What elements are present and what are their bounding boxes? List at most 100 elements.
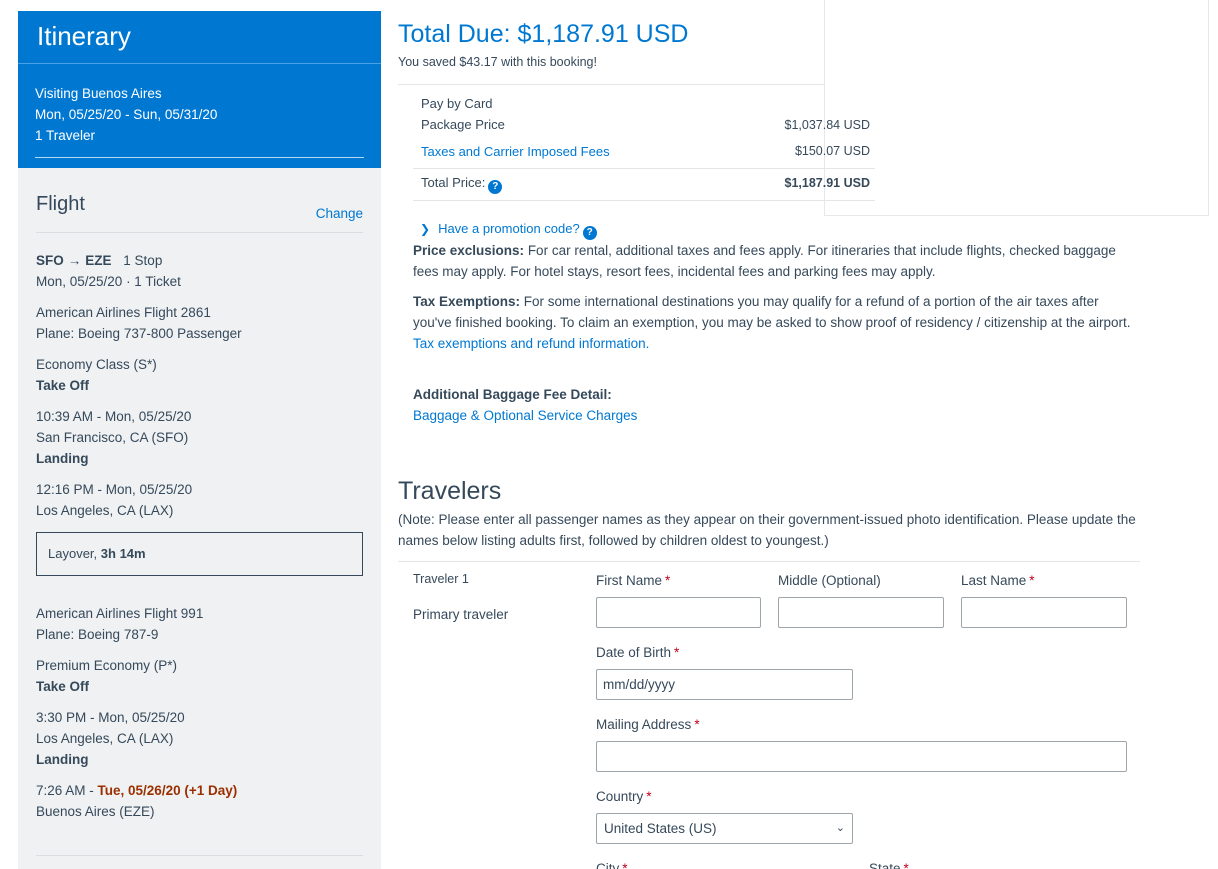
layover-box: Layover, 3h 14m [36,532,363,576]
mailing-address-label: Mailing Address * [596,717,700,732]
date-of-birth-input[interactable] [596,669,853,700]
segment2-takeoff-time: 3:30 PM - Mon, 05/25/20 [36,710,185,725]
total-due-amount: $1,187.91 USD [517,20,689,48]
segment1-takeoff-label: Take Off [36,378,90,393]
baggage-fee-label: Additional Baggage Fee Detail: [413,387,612,402]
last-name-label-text: Last Name [961,573,1027,588]
segment2-plane: Plane: Boeing 787-9 [36,627,159,642]
middle-name-input[interactable] [778,597,944,628]
required-marker: * [694,717,700,732]
required-marker: * [903,861,909,869]
middle-name-label: Middle (Optional) [778,573,881,588]
required-marker: * [622,861,628,869]
itinerary-dates: Mon, 05/25/20 - Sun, 05/31/20 [35,107,218,122]
divider [18,63,381,64]
travelers-note: (Note: Please enter all passenger names … [398,512,1136,548]
segment2-takeoff-label: Take Off [36,679,90,694]
tax-exemptions-link[interactable]: Tax exemptions and refund information. [413,336,649,351]
change-flight-link[interactable]: Change [316,206,363,221]
route-destination: EZE [85,253,112,268]
total-due-heading: Total Due: $1,187.91 USD [398,20,688,49]
route-origin: SFO [36,253,64,268]
total-price-label: Total Price:? [421,175,503,194]
divider [35,157,364,158]
flight-route: SFO → EZE 1 Stop [36,253,162,268]
arrow-right-icon: → [67,253,82,268]
price-exclusions-notice: Price exclusions: For car rental, additi… [413,240,1133,282]
last-name-input[interactable] [961,597,1127,628]
itinerary-panel: Itinerary Visiting Buenos Aires Mon, 05/… [18,11,381,869]
package-price-value: $1,037.84 USD [784,118,870,132]
country-selected-value: United States (US) [604,821,717,836]
country-label: Country * [596,789,652,804]
segment1-takeoff-place: San Francisco, CA (SFO) [36,430,189,445]
segment1-landing-place: Los Angeles, CA (LAX) [36,503,174,518]
segment1-plane: Plane: Boeing 737-800 Passenger [36,326,242,341]
segment1-cabin: Economy Class (S*) [36,357,157,372]
segment2-landing-label: Landing [36,752,89,767]
itinerary-header: Itinerary Visiting Buenos Aires Mon, 05/… [18,11,381,168]
state-label-text: State [869,861,901,869]
price-exclusions-label: Price exclusions: [413,243,525,258]
segment1-takeoff-time: 10:39 AM - Mon, 05/25/20 [36,409,192,424]
itinerary-summary: Visiting Buenos Aires Mon, 05/25/20 - Su… [35,83,217,146]
first-name-input[interactable] [596,597,761,628]
mailing-address-input[interactable] [596,741,1127,772]
promotion-code-label: Have a promotion code? [438,221,580,236]
segment2-landing-place: Buenos Aires (EZE) [36,804,155,819]
required-marker: * [1029,573,1035,588]
state-label: State * [869,861,909,869]
flight-date-ticket: Mon, 05/25/20 · 1 Ticket [36,274,181,289]
traveler-role: Primary traveler [413,607,509,622]
city-label-text: City [596,861,620,869]
divider [36,232,363,233]
first-name-label-text: First Name [596,573,663,588]
segment2-landing-date-highlight: Tue, 05/26/20 (+1 Day) [97,783,238,798]
first-name-label: First Name * [596,573,670,588]
segment2-landing-time-prefix: 7:26 AM - [36,783,98,798]
itinerary-travelers: 1 Traveler [35,128,96,143]
help-icon[interactable]: ? [488,180,503,194]
segment1-landing-label: Landing [36,451,89,466]
chevron-down-icon: ⌄ [835,822,845,834]
traveler-number: Traveler 1 [413,572,469,586]
last-name-label: Last Name * [961,573,1035,588]
total-price-label-text: Total Price: [421,175,486,190]
divider [413,200,875,201]
promotion-code-toggle[interactable]: ❯ Have a promotion code?? [420,221,597,240]
segment1-flight: American Airlines Flight 2861 [36,305,211,320]
pay-method: Pay by Card [421,96,493,111]
tax-exemptions-notice: Tax Exemptions: For some international d… [413,291,1133,354]
baggage-charges-link[interactable]: Baggage & Optional Service Charges [413,408,637,423]
baggage-fee-notice: Additional Baggage Fee Detail: Baggage &… [413,384,1133,426]
country-label-text: Country [596,789,644,804]
flight-title: Flight [36,193,85,215]
package-price-label: Package Price [421,117,505,132]
divider [36,855,363,856]
city-label: City * [596,861,628,869]
segment2-flight: American Airlines Flight 991 [36,606,204,621]
route-stops: 1 Stop [123,253,163,268]
chevron-right-icon: ❯ [420,222,431,236]
savings-message: You saved $43.17 with this booking! [398,55,597,69]
layover-duration: 3h 14m [100,546,146,561]
segment2-landing-time: 7:26 AM - Tue, 05/26/20 (+1 Day) [36,783,237,798]
mailing-address-label-text: Mailing Address [596,717,692,732]
help-icon[interactable]: ? [582,226,597,240]
total-price-value: $1,187.91 USD [784,176,870,190]
travelers-heading: Travelers [398,477,502,505]
date-of-birth-label: Date of Birth * [596,645,679,660]
divider [413,168,875,169]
taxes-fees-link[interactable]: Taxes and Carrier Imposed Fees [421,144,610,159]
itinerary-title: Itinerary [37,21,131,51]
segment2-cabin: Premium Economy (P*) [36,658,178,673]
segment2-takeoff-place: Los Angeles, CA (LAX) [36,731,174,746]
required-marker: * [646,789,652,804]
itinerary-destination: Visiting Buenos Aires [35,86,162,101]
tax-exemptions-label: Tax Exemptions: [413,294,521,309]
country-select[interactable]: United States (US) ⌄ [596,813,853,844]
required-marker: * [674,645,680,660]
layover-label: Layover, [48,546,98,561]
segment1-landing-time: 12:16 PM - Mon, 05/25/20 [36,482,193,497]
divider [398,561,1140,562]
